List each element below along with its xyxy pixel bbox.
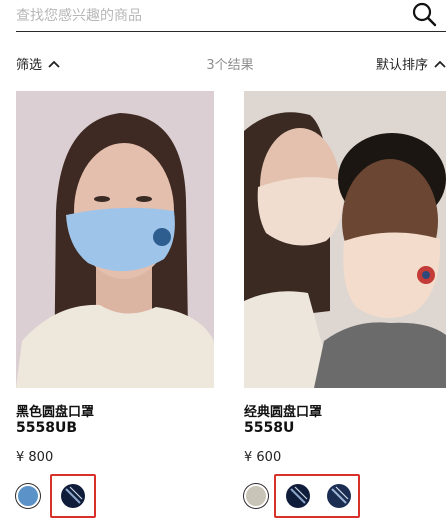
product-card[interactable]: 经典圆盘口罩 5558U ¥ 600 bbox=[244, 91, 446, 531]
color-swatch-navy-stripe[interactable] bbox=[286, 484, 310, 508]
product-name[interactable]: 经典圆盘口罩 bbox=[244, 401, 322, 420]
stripe-pattern-icon bbox=[290, 486, 308, 504]
stripe-pattern-icon bbox=[65, 486, 83, 504]
color-swatch-navy-stripe[interactable] bbox=[61, 484, 85, 508]
chevron-up-icon bbox=[434, 60, 446, 68]
product-price: ¥ 600 bbox=[244, 450, 282, 465]
color-swatch-blue-stripe[interactable] bbox=[327, 484, 351, 508]
search-input[interactable] bbox=[16, 2, 396, 30]
stripe-pattern-icon bbox=[331, 486, 349, 504]
product-code: 5558UB bbox=[16, 420, 78, 436]
search-icon[interactable] bbox=[411, 1, 437, 27]
color-swatch-beige[interactable] bbox=[244, 484, 268, 508]
model-wearing-blue-mask-image bbox=[16, 91, 214, 388]
models-wearing-cream-masks-image bbox=[244, 91, 446, 388]
toolbar: 筛选 3个结果 默认排序 bbox=[0, 50, 446, 76]
product-image[interactable] bbox=[244, 91, 446, 388]
product-price: ¥ 800 bbox=[16, 450, 54, 465]
product-card[interactable]: 黑色圆盘口罩 5558UB ¥ 800 bbox=[16, 91, 214, 531]
search-bar bbox=[0, 0, 446, 34]
color-swatch-light-blue[interactable] bbox=[16, 484, 40, 508]
search-underline bbox=[16, 31, 446, 32]
product-name[interactable]: 黑色圆盘口罩 bbox=[16, 401, 94, 420]
product-image[interactable] bbox=[16, 91, 214, 388]
sort-button[interactable]: 默认排序 bbox=[376, 54, 446, 73]
product-code: 5558U bbox=[244, 420, 295, 436]
sort-label: 默认排序 bbox=[375, 58, 428, 73]
